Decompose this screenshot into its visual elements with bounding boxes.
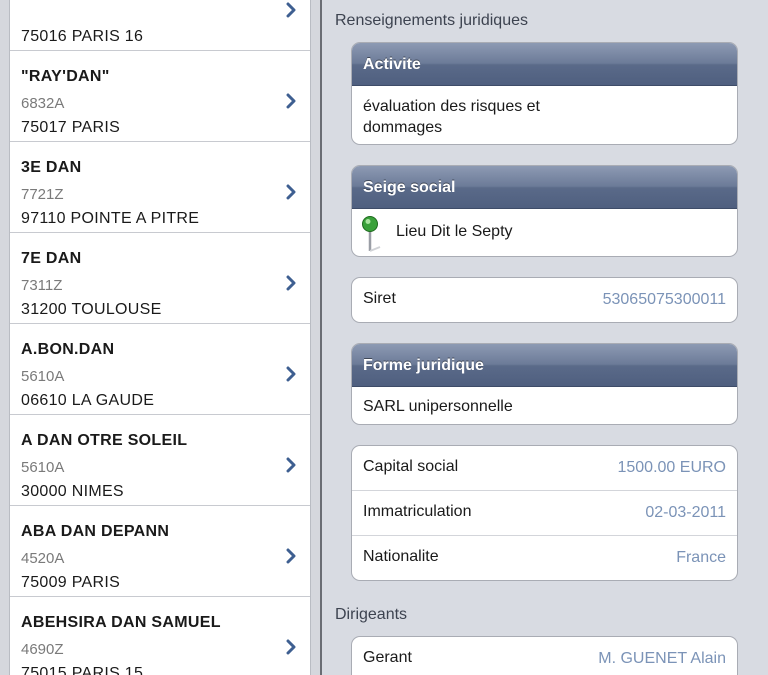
company-code: 4690Z xyxy=(21,641,64,658)
company-code: 5610A xyxy=(21,368,65,385)
immatriculation-value: 02-03-2011 xyxy=(645,504,726,521)
chevron-right-icon xyxy=(284,184,298,200)
list-item[interactable]: A DAN OTRE SOLEIL 5610A 30000 NIMES xyxy=(10,415,310,506)
siege-header: Seige social xyxy=(352,166,737,209)
chevron-right-icon xyxy=(284,548,298,564)
siret-value: 53065075300011 xyxy=(602,291,726,308)
company-city: 06610 LA GAUDE xyxy=(21,392,155,409)
gerant-value: M. GUENET Alain xyxy=(598,650,726,667)
company-city: 75017 PARIS xyxy=(21,119,121,136)
company-name: "RAY'DAN" xyxy=(21,68,110,85)
company-code: 7311Z xyxy=(21,277,63,294)
forme-header: Forme juridique xyxy=(352,344,737,387)
list-item[interactable]: 7E DAN 7311Z 31200 TOULOUSE xyxy=(10,233,310,324)
capital-row: Capital social 1500.00 EURO xyxy=(352,446,737,491)
company-name: ABEHSIRA DAN SAMUEL xyxy=(21,614,221,631)
activite-header: Activite xyxy=(352,43,737,86)
detail-pane: Renseignements juridiques Activite évalu… xyxy=(322,0,768,675)
nationalite-value: France xyxy=(676,549,726,566)
company-info-group: Capital social 1500.00 EURO Immatriculat… xyxy=(351,445,738,581)
list-item[interactable]: ABA DAN DEPANN 4520A 75009 PARIS xyxy=(10,506,310,597)
company-name: 3E DAN xyxy=(21,159,82,176)
nationalite-row: Nationalite France xyxy=(352,536,737,580)
chevron-right-icon xyxy=(284,2,298,18)
company-city: 75009 PARIS xyxy=(21,574,121,591)
chevron-right-icon xyxy=(284,275,298,291)
siege-group[interactable]: Seige social Lieu Dit le Septy xyxy=(351,165,738,257)
company-code: 5610A xyxy=(21,459,65,476)
gerant-row[interactable]: Gerant M. GUENET Alain xyxy=(352,637,737,675)
gerant-label: Gerant xyxy=(363,649,412,666)
dirigeants-section-title: Dirigeants xyxy=(335,606,408,623)
company-city: 30000 NIMES xyxy=(21,483,124,500)
company-list-pane: - 75016 PARIS 16 "RAY'DAN" 6832A 75017 P… xyxy=(0,0,320,675)
siret-label: Siret xyxy=(363,290,396,307)
company-city: 75016 PARIS 16 xyxy=(21,28,144,45)
forme-group: Forme juridique SARL unipersonnelle xyxy=(351,343,738,425)
chevron-right-icon xyxy=(284,93,298,109)
company-name: ABA DAN DEPANN xyxy=(21,523,170,540)
company-name: 7E DAN xyxy=(21,250,82,267)
activite-group: Activite évaluation des risques et domma… xyxy=(351,42,738,145)
list-item[interactable]: - 75016 PARIS 16 xyxy=(10,0,310,51)
capital-label: Capital social xyxy=(363,458,459,475)
chevron-right-icon xyxy=(284,366,298,382)
company-list[interactable]: - 75016 PARIS 16 "RAY'DAN" 6832A 75017 P… xyxy=(9,0,311,675)
company-code: 7721Z xyxy=(21,186,64,203)
company-name: A DAN OTRE SOLEIL xyxy=(21,432,188,449)
map-pin-icon xyxy=(360,215,382,256)
activite-value: évaluation des risques et dommages xyxy=(363,98,540,136)
company-city: 97110 POINTE A PITRE xyxy=(21,210,200,227)
list-item[interactable]: "RAY'DAN" 6832A 75017 PARIS xyxy=(10,51,310,142)
siret-row: Siret 53065075300011 xyxy=(352,278,737,322)
capital-value: 1500.00 EURO xyxy=(617,459,726,476)
immatriculation-label: Immatriculation xyxy=(363,503,472,520)
chevron-right-icon xyxy=(284,639,298,655)
nationalite-label: Nationalite xyxy=(363,548,439,565)
list-item[interactable]: 3E DAN 7721Z 97110 POINTE A PITRE xyxy=(10,142,310,233)
list-item[interactable]: ABEHSIRA DAN SAMUEL 4690Z 75015 PARIS 15 xyxy=(10,597,310,675)
company-code: 4520A xyxy=(21,550,65,567)
immatriculation-row: Immatriculation 02-03-2011 xyxy=(352,491,737,536)
company-city: 75015 PARIS 15 xyxy=(21,665,144,675)
siege-value: Lieu Dit le Septy xyxy=(396,223,513,240)
siret-group: Siret 53065075300011 xyxy=(351,277,738,323)
company-name: A.BON.DAN xyxy=(21,341,115,358)
siege-row[interactable]: Lieu Dit le Septy xyxy=(352,209,737,256)
chevron-right-icon xyxy=(284,457,298,473)
list-item[interactable]: A.BON.DAN 5610A 06610 LA GAUDE xyxy=(10,324,310,415)
company-city: 31200 TOULOUSE xyxy=(21,301,162,318)
legal-section-title: Renseignements juridiques xyxy=(335,12,528,29)
forme-value: SARL unipersonnelle xyxy=(363,398,513,415)
dirigeants-group[interactable]: Gerant M. GUENET Alain xyxy=(351,636,738,675)
company-code: 6832A xyxy=(21,95,65,112)
